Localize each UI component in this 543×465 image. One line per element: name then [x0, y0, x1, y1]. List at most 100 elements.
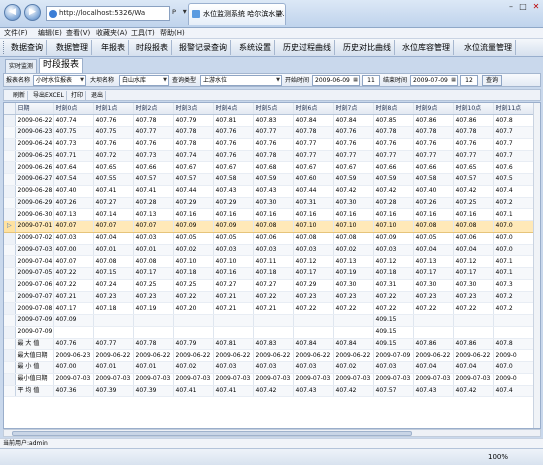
table-cell[interactable]: 407.28 [373, 197, 414, 210]
table-cell[interactable]: 407.08 [453, 220, 494, 233]
table-cell[interactable]: 407.08 [413, 220, 454, 233]
table-cell[interactable]: 407.31 [293, 197, 334, 210]
menu-view[interactable]: 查看(V) [66, 29, 90, 38]
table-cell[interactable]: 407.09 [213, 220, 254, 233]
table-cell[interactable]: 407.28 [133, 197, 174, 210]
table-cell[interactable]: 2009-06-22 [133, 349, 174, 362]
table-cell[interactable]: 407.85 [373, 114, 414, 127]
row-date-cell[interactable]: 2009-07-09 [15, 326, 54, 339]
table-cell[interactable]: 409.15 [373, 314, 414, 327]
table-cell[interactable]: 407.09 [53, 314, 94, 327]
table-cell[interactable]: 407.78 [253, 150, 294, 163]
table-cell[interactable]: 409.15 [373, 338, 414, 351]
table-cell[interactable]: 407.31 [373, 279, 414, 292]
row-date-cell[interactable]: 2009-07-03 [15, 244, 54, 257]
table-cell[interactable]: 2009-07-03 [293, 373, 334, 386]
table-cell[interactable]: 407.22 [373, 291, 414, 304]
table-cell[interactable]: 2009-0 [493, 349, 534, 362]
table-cell[interactable]: 407.43 [413, 385, 454, 398]
table-cell[interactable]: 407.59 [253, 173, 294, 186]
column-header[interactable]: 时刻8点 [373, 103, 414, 116]
table-cell[interactable]: 2009-06-22 [253, 349, 294, 362]
table-cell[interactable]: 407.22 [413, 302, 454, 315]
table-cell[interactable]: 407.65 [453, 161, 494, 174]
table-cell[interactable]: 407.73 [133, 150, 174, 163]
row-date-cell[interactable]: 2009-06-25 [15, 150, 54, 163]
row-header[interactable] [4, 138, 16, 151]
row-date-cell[interactable]: 最小值日期 [15, 373, 54, 386]
table-cell[interactable]: 407.00 [53, 361, 94, 374]
menu-help[interactable]: 帮助(H) [160, 29, 185, 38]
table-cell[interactable]: 407.07 [53, 255, 94, 268]
table-cell[interactable]: 407.59 [373, 173, 414, 186]
table-cell[interactable]: 407.42 [253, 385, 294, 398]
table-cell[interactable]: 407.58 [213, 173, 254, 186]
table-cell[interactable]: 2009-07-03 [93, 373, 134, 386]
table-cell[interactable]: 407.78 [133, 338, 174, 351]
table-cell[interactable]: 407.12 [293, 255, 334, 268]
column-header[interactable]: 时刻11点 [493, 103, 534, 116]
table-cell[interactable]: 407.76 [413, 138, 454, 151]
table-cell[interactable]: 407.21 [213, 302, 254, 315]
table-cell[interactable]: 407.4 [493, 385, 534, 398]
print-button[interactable]: 打印 [69, 91, 87, 100]
maximize-icon[interactable]: □ [517, 2, 529, 12]
table-cell[interactable]: 407.25 [133, 279, 174, 292]
table-cell[interactable]: 407.84 [333, 338, 374, 351]
table-cell[interactable]: 407.81 [213, 114, 254, 127]
table-cell[interactable]: 407.41 [173, 385, 214, 398]
row-date-cell[interactable]: 2009-07-04 [15, 255, 54, 268]
minimize-icon[interactable]: – [505, 2, 517, 12]
table-cell[interactable]: 407.77 [93, 338, 134, 351]
table-cell[interactable]: 2009-06-22 [453, 349, 494, 362]
table-cell[interactable]: 407.78 [453, 126, 494, 139]
table-cell[interactable]: 407.78 [173, 138, 214, 151]
table-cell[interactable] [453, 326, 494, 339]
table-row[interactable]: 2009-06-22 407.74 407.76 407.78 407.79 407.81… [4, 114, 534, 127]
table-row[interactable]: 2009-07-04 407.07 407.08 407.08 407.10 407.10… [4, 255, 534, 268]
table-cell[interactable]: 407.23 [453, 291, 494, 304]
table-cell[interactable]: 407.02 [333, 244, 374, 257]
table-cell[interactable]: 2009-06-23 [53, 349, 94, 362]
close-icon[interactable]: ✕ [530, 2, 542, 12]
table-cell[interactable]: 407.12 [373, 255, 414, 268]
table-cell[interactable]: 407.07 [133, 220, 174, 233]
table-cell[interactable]: 407.04 [453, 361, 494, 374]
column-header[interactable]: 时刻5点 [253, 103, 294, 116]
table-cell[interactable]: 407.17 [293, 267, 334, 280]
table-cell[interactable]: 407.02 [173, 361, 214, 374]
row-header[interactable] [4, 291, 16, 304]
table-row[interactable]: 2009-07-05 407.22 407.15 407.17 407.18 407.16… [4, 267, 534, 280]
table-cell[interactable]: 407.74 [53, 114, 94, 127]
table-cell[interactable] [213, 314, 254, 327]
table-cell[interactable] [333, 326, 374, 339]
table-cell[interactable]: 407.74 [173, 150, 214, 163]
table-row[interactable]: 2009-07-08 407.17 407.18 407.19 407.20 407.21… [4, 302, 534, 315]
table-cell[interactable]: 407.2 [493, 291, 534, 304]
table-cell[interactable]: 407.86 [413, 114, 454, 127]
table-cell[interactable]: 407.04 [453, 244, 494, 257]
table-cell[interactable]: 407.2 [493, 302, 534, 315]
table-cell[interactable]: 407.0 [493, 361, 534, 374]
table-cell[interactable]: 407.58 [413, 173, 454, 186]
table-cell[interactable]: 407.77 [293, 138, 334, 151]
row-header[interactable] [4, 185, 16, 198]
table-cell[interactable]: 407.57 [133, 173, 174, 186]
table-cell[interactable]: 407.13 [413, 255, 454, 268]
table-row[interactable]: 2009-07-03 407.00 407.01 407.01 407.02 407.03… [4, 244, 534, 257]
end-hour-spinner[interactable]: 12 [460, 75, 478, 86]
table-cell[interactable]: 407.30 [413, 279, 454, 292]
row-date-cell[interactable]: 2009-07-06 [15, 279, 54, 292]
table-cell[interactable]: 407.16 [293, 208, 334, 221]
row-header[interactable] [4, 361, 16, 374]
table-cell[interactable]: 407.57 [373, 385, 414, 398]
table-cell[interactable]: 2009-0 [493, 373, 534, 386]
table-cell[interactable]: 407.22 [173, 291, 214, 304]
table-cell[interactable]: 2009-06-22 [413, 349, 454, 362]
table-cell[interactable]: 407.76 [373, 138, 414, 151]
table-cell[interactable]: 407.41 [93, 185, 134, 198]
table-cell[interactable] [133, 314, 174, 327]
table-cell[interactable] [253, 314, 294, 327]
table-row[interactable]: 2009-06-27 407.54 407.55 407.57 407.57 407.58… [4, 173, 534, 186]
forward-icon[interactable]: ▶ [24, 4, 41, 21]
